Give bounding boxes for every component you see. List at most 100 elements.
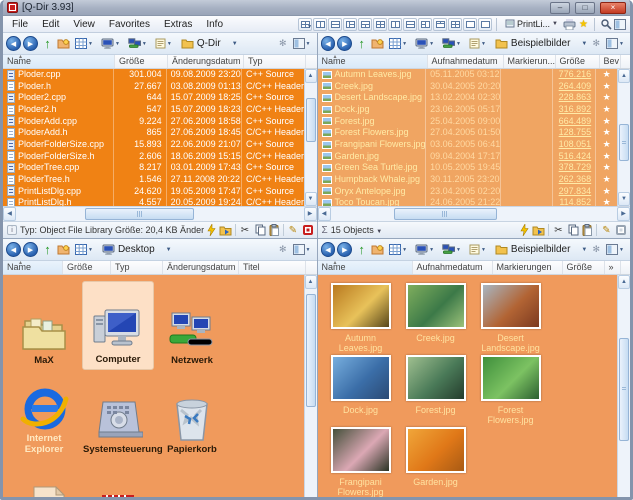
file-row[interactable]: Autumn Leaves.jpg05.11.2005 03:12776.216…	[318, 69, 618, 81]
pane4-forward-button[interactable]: ▶	[337, 242, 352, 257]
file-row[interactable]: Ploder2.h54715.07.2009 18:23C/C++ Header	[3, 104, 304, 116]
layout-quad-button[interactable]	[373, 18, 387, 31]
pane4-column-header-1[interactable]: Name▴	[318, 261, 413, 274]
pane2-goto-button[interactable]	[520, 224, 529, 236]
pane4-network-dropdown[interactable]: ▼	[439, 242, 464, 257]
pane1-cut-button[interactable]: ✂	[239, 224, 252, 237]
favorites-star-button[interactable]: ★	[577, 18, 590, 31]
panel-toggle-button[interactable]	[613, 18, 626, 31]
pane3-new-folder-icon[interactable]	[57, 244, 70, 255]
scroll-up-arrow[interactable]: ▲	[305, 275, 317, 289]
pane3-column-header-2[interactable]: Größe	[63, 261, 111, 274]
scroll-up-arrow[interactable]: ▲	[305, 69, 317, 83]
pane1-path-combobox[interactable]: Q-Dir▼	[177, 37, 267, 50]
pane4-view-dropdown[interactable]: ▼	[386, 242, 410, 257]
pane1-notes-dropdown[interactable]: ▼	[152, 36, 175, 51]
menu-edit[interactable]: Edit	[35, 18, 66, 31]
vertical-scroll-thumb[interactable]	[619, 338, 629, 441]
file-row[interactable]: PloderTree.cpp8.21703.01.2009 17:43C++ S…	[3, 162, 304, 174]
vertical-scroll-thumb[interactable]	[306, 294, 316, 407]
pane3-back-button[interactable]: ◀	[6, 242, 21, 257]
thumbnail-item-frangipani-flowers-jpg[interactable]: Frangipani Flowers.jpg	[324, 427, 398, 497]
file-row[interactable]: PrintListDlg.cpp24.62019.05.2009 17:47C+…	[3, 186, 304, 198]
desktop-item-internet-explorer[interactable]: Internet Explorer	[8, 370, 80, 459]
maximize-button[interactable]: □	[575, 2, 595, 14]
file-row[interactable]: Garden.jpg09.04.2004 17:17516.424★	[318, 151, 618, 163]
scroll-up-arrow[interactable]: ▲	[618, 69, 630, 83]
pane4-column-header-5[interactable]: »	[605, 261, 621, 274]
pane2-cut-button[interactable]: ✂	[552, 224, 565, 237]
pane2-view-dropdown[interactable]: ▼	[386, 36, 410, 51]
pane4-path-combobox[interactable]: Beispielbilder▼	[491, 243, 591, 256]
pane3-go-button[interactable]: ✻	[279, 244, 287, 255]
thumbnail-item-forest-jpg[interactable]: Forest.jpg	[399, 355, 473, 425]
print-list-button[interactable]: PrintLi... ▼	[501, 17, 562, 31]
layout-quad-b-button[interactable]	[448, 18, 462, 31]
pane3-view-dropdown[interactable]: ▼	[72, 242, 96, 257]
scroll-left-arrow[interactable]: ◀	[318, 207, 331, 221]
pane2-paste-button[interactable]	[582, 224, 593, 236]
pane4-new-folder-icon[interactable]	[371, 244, 384, 255]
file-row[interactable]: PloderFolderSize.h2.60618.06.2009 15:15C…	[3, 151, 304, 163]
vertical-scroll-thumb[interactable]	[306, 98, 316, 142]
scroll-left-arrow[interactable]: ◀	[3, 207, 16, 221]
pane4-notes-dropdown[interactable]: ▼	[466, 242, 489, 257]
file-row[interactable]: PloderAdd.cpp9.22427.06.2009 18:58C++ So…	[3, 116, 304, 128]
file-row[interactable]: Desert Landscape.jpg13.02.2004 02:30228.…	[318, 92, 618, 104]
close-button[interactable]: ×	[600, 2, 626, 14]
pane1-up-button[interactable]: ↑	[40, 36, 55, 51]
pane3-column-header-5[interactable]: Titel	[239, 261, 306, 274]
pane1-go-button[interactable]: ✻	[279, 38, 287, 49]
file-row[interactable]: Ploder2.cpp64415.07.2009 18:25C++ Source	[3, 92, 304, 104]
pane2-object-count[interactable]: 15 Objects ▼	[331, 225, 517, 235]
desktop-item-desktop-ini[interactable]: desktop.ini	[8, 459, 80, 500]
file-row[interactable]: Forest.jpg25.04.2005 09:00664.489★	[318, 116, 618, 128]
layout-three-right-button[interactable]	[418, 18, 432, 31]
menu-info[interactable]: Info	[199, 18, 230, 31]
pane1-new-folder-icon[interactable]	[57, 38, 70, 49]
desktop-item-q-dir[interactable]: ↗Q-Dir	[82, 459, 154, 500]
pane2-path-combobox[interactable]: Beispielbilder▼	[491, 37, 591, 50]
scroll-right-arrow[interactable]: ▶	[304, 207, 317, 221]
file-row[interactable]: Creek.jpg30.04.2005 20:20264.409★	[318, 81, 618, 93]
pane4-up-button[interactable]: ↑	[354, 242, 369, 257]
layout-three-left-button[interactable]	[343, 18, 357, 31]
file-row[interactable]: Ploder.h27.66703.08.2009 01:13C/C++ Head…	[3, 81, 304, 93]
pane3-panel-dropdown[interactable]: ▼	[290, 242, 314, 257]
pane4-column-header-2[interactable]: Aufnahmedatum	[413, 261, 493, 274]
pane2-up-button[interactable]: ↑	[354, 36, 369, 51]
file-row[interactable]: Toco Toucan.jpg24.06.2005 21:22114.852★	[318, 197, 618, 206]
pane3-up-button[interactable]: ↑	[40, 242, 55, 257]
file-row[interactable]: Dock.jpg23.06.2005 05:17316.892★	[318, 104, 618, 116]
pane4-back-button[interactable]: ◀	[321, 242, 336, 257]
pane3-forward-button[interactable]: ▶	[23, 242, 38, 257]
title-bar[interactable]: [Q-Dir 3.93] – □ ×	[3, 0, 630, 16]
layout-two-vertical-button[interactable]	[313, 18, 327, 31]
desktop-item-computer[interactable]: Computer	[82, 281, 154, 370]
desktop-item-netzwerk[interactable]: Netzwerk	[156, 281, 228, 370]
layout-single-b-button[interactable]	[478, 18, 492, 31]
file-row[interactable]: PrintListDlg.h4.55720.05.2009 19:24C/C++…	[3, 197, 304, 206]
horizontal-scroll-thumb[interactable]	[394, 208, 497, 220]
pane3-column-header-3[interactable]: Typ	[111, 261, 163, 274]
printer-button[interactable]	[563, 18, 576, 31]
horizontal-scroll-track[interactable]	[16, 207, 304, 221]
pane1-monitor-dropdown[interactable]: ▼	[98, 36, 123, 51]
pane1-copy-button[interactable]	[255, 224, 266, 236]
layout-single-button[interactable]	[463, 18, 477, 31]
pane2-notes-dropdown[interactable]: ▼	[466, 36, 489, 51]
pane1-rename-button[interactable]: ✎	[287, 224, 300, 237]
layout-three-bottom-button[interactable]	[433, 18, 447, 31]
thumbnail-item-dock-jpg[interactable]: Dock.jpg	[324, 355, 398, 425]
pane1-column-header-2[interactable]: Größe	[115, 55, 168, 68]
minimize-button[interactable]: –	[550, 2, 570, 14]
pane2-back-button[interactable]: ◀	[321, 36, 336, 51]
file-row[interactable]: PloderTree.h1.54627.11.2008 20:22C/C++ H…	[3, 174, 304, 186]
scroll-up-arrow[interactable]: ▲	[618, 275, 630, 289]
pane2-new-folder-icon[interactable]	[371, 38, 384, 49]
thumbnail-item-autumn-leaves-jpg[interactable]: Autumn Leaves.jpg	[324, 283, 398, 353]
scroll-right-arrow[interactable]: ▶	[617, 207, 630, 221]
vertical-scroll-track[interactable]	[618, 289, 630, 500]
pane1-network-dropdown[interactable]: ▼	[125, 36, 150, 51]
pane2-monitor-dropdown[interactable]: ▼	[412, 36, 437, 51]
